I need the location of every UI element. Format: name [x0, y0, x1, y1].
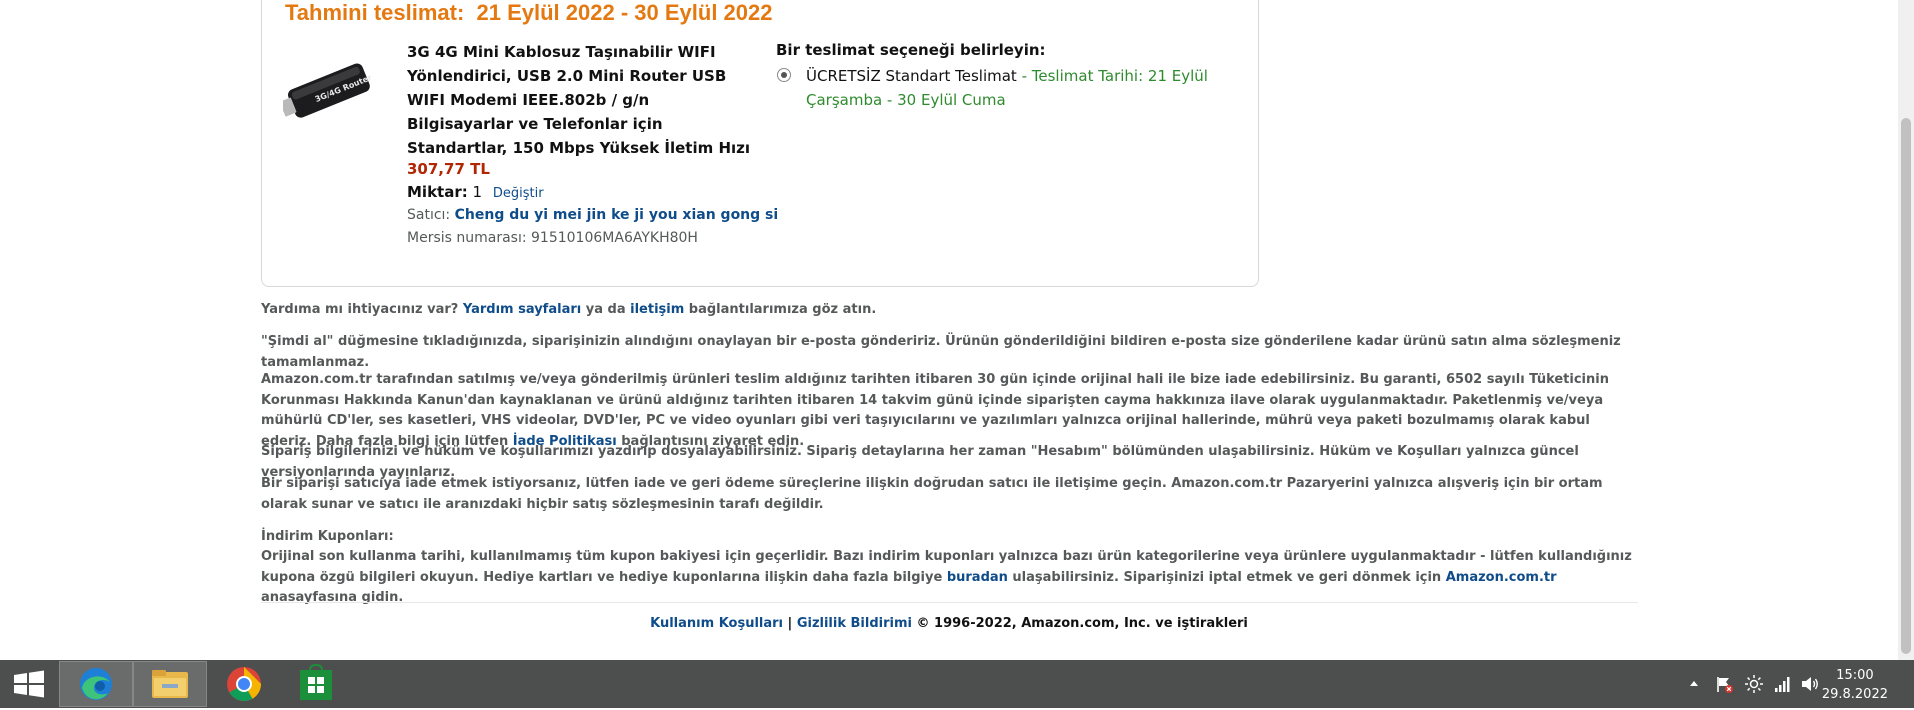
volume-icon[interactable] [1800, 674, 1820, 694]
file-explorer-icon [152, 670, 188, 698]
shipping-option-name: ÜCRETSİZ Standart Teslimat [806, 67, 1017, 85]
quantity-row: Miktar: 1 Değiştir [407, 183, 544, 201]
shipping-option-label[interactable]: ÜCRETSİZ Standart Teslimat - Teslimat Ta… [806, 64, 1226, 112]
contact-link[interactable]: iletişim [630, 302, 684, 317]
taskbar: 15:00 29.8.2022 [0, 660, 1914, 708]
network-signal-icon[interactable] [1772, 674, 1792, 694]
seller-return-notice: Bir siparişi satıcıya iade etmek istiyor… [261, 476, 1603, 512]
coupons-heading: İndirim Kuponları: [261, 529, 394, 544]
brightness-icon[interactable] [1744, 674, 1764, 694]
seller-label: Satıcı: [407, 207, 451, 223]
returns-text: Amazon.com.tr tarafından satılmış ve/vey… [261, 372, 1609, 449]
checkout-page: Tahmini teslimat: 21 Eylül 2022 - 30 Eyl… [0, 0, 1898, 660]
store-taskbar-button[interactable] [280, 662, 352, 706]
help-text: Yardıma mı ihtiyacınız var? Yardım sayfa… [261, 300, 1641, 321]
mersis-number: Mersis numarası: 91510106MA6AYKH80H [407, 230, 698, 246]
chrome-taskbar-button[interactable] [208, 662, 280, 706]
change-quantity-link[interactable]: Değiştir [493, 186, 544, 201]
gift-cards-link[interactable]: buradan [947, 570, 1008, 585]
privacy-link[interactable]: Gizlilik Bildirimi [797, 616, 912, 631]
coupons-mid: ulaşabilirsiniz. Siparişinizi iptal etme… [1007, 569, 1446, 585]
footer-separator: | [783, 616, 797, 631]
seller-row: Satıcı: Cheng du yi mei jin ke ji you xi… [407, 207, 778, 223]
footer-divider [261, 602, 1638, 603]
shipping-option-radio[interactable] [777, 68, 791, 82]
taskbar-clock[interactable]: 15:00 29.8.2022 [1822, 666, 1888, 704]
homepage-link[interactable]: Amazon.com.tr [1446, 570, 1557, 585]
product-price: 307,77 TL [407, 160, 490, 178]
estimated-delivery: Tahmini teslimat: 21 Eylül 2022 - 30 Eyl… [285, 0, 773, 25]
quantity-value: 1 [472, 183, 483, 201]
product-image[interactable]: 3G/4G Router [283, 50, 383, 126]
product-title[interactable]: 3G 4G Mini Kablosuz Taşınabilir WIFI Yön… [407, 40, 752, 160]
edge-taskbar-button[interactable] [59, 661, 133, 707]
clock-date: 29.8.2022 [1821, 687, 1888, 702]
store-icon [300, 663, 332, 700]
windows-start-icon[interactable] [0, 660, 58, 708]
buy-now-notice: "Şimdi al" düğmesine tıkladığınızda, sip… [261, 334, 1621, 370]
help-prefix: Yardıma mı ihtiyacınız var? [261, 302, 463, 317]
coupons-text: Orijinal son kullanma tarihi, kullanılma… [261, 547, 1641, 609]
help-mid: ya da [581, 302, 631, 317]
edge-icon [80, 668, 112, 700]
chrome-icon [227, 667, 261, 701]
footer: Kullanım Koşulları | Gizlilik Bildirimi … [0, 616, 1898, 631]
page-scrollbar[interactable] [1898, 0, 1914, 660]
clock-time: 15:00 [1836, 668, 1874, 683]
file-explorer-taskbar-button[interactable] [133, 661, 207, 707]
seller-name-link[interactable]: Cheng du yi mei jin ke ji you xian gong … [455, 207, 779, 223]
copyright: © 1996-2022, Amazon.com, Inc. ve iştirak… [911, 616, 1248, 631]
action-center-flag-icon[interactable] [1714, 674, 1734, 694]
quantity-label: Miktar: [407, 183, 468, 201]
help-pages-link[interactable]: Yardım sayfaları [463, 302, 581, 317]
terms-link[interactable]: Kullanım Koşulları [650, 616, 783, 631]
scrollbar-thumb[interactable] [1901, 118, 1911, 654]
shipping-option-heading: Bir teslimat seçeneği belirleyin: [776, 41, 1046, 59]
help-suffix: bağlantılarımıza göz atın. [684, 302, 877, 317]
returns-notice: Amazon.com.tr tarafından satılmış ve/vey… [261, 370, 1641, 452]
show-hidden-icons-icon[interactable] [1684, 674, 1704, 694]
